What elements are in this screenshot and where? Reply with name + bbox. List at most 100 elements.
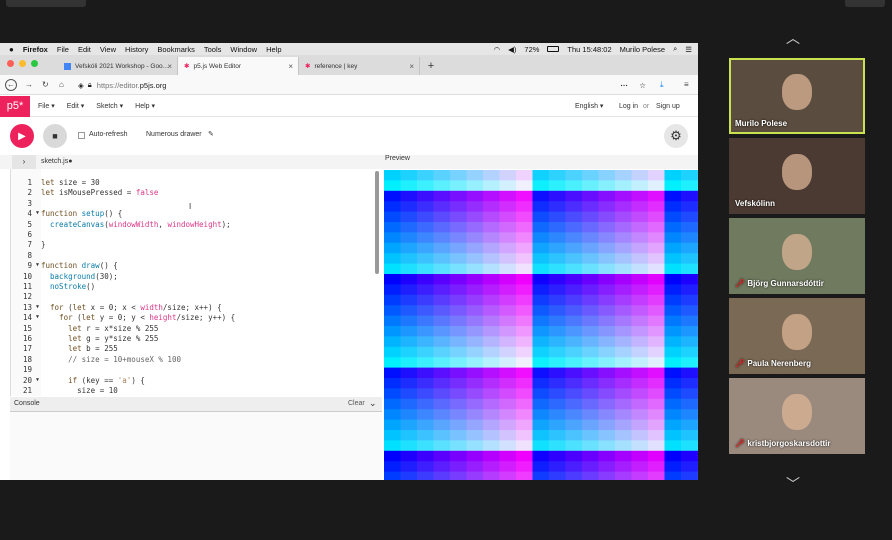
sketch-preview-canvas[interactable] — [384, 170, 698, 480]
settings-button[interactable]: ⚙ — [664, 124, 688, 148]
menu-view[interactable]: View — [100, 45, 116, 54]
login-link[interactable]: Log in — [619, 103, 638, 110]
hamburger-menu-icon[interactable]: ≡ — [684, 80, 689, 89]
code-line[interactable]: let r = x*size % 255 — [41, 324, 158, 333]
menu-window[interactable]: Window — [230, 45, 257, 54]
forward-icon[interactable]: → — [25, 80, 33, 89]
code-line[interactable]: background(30); — [41, 272, 118, 281]
user-name[interactable]: Murilo Polese — [620, 45, 665, 54]
bookmark-star-icon[interactable]: ☆ — [639, 81, 646, 90]
close-window-icon[interactable] — [7, 60, 14, 67]
menu-help[interactable]: Help — [266, 45, 281, 54]
autorefresh-checkbox[interactable] — [78, 132, 85, 139]
url-bar[interactable]: ◈ 🔒︎ https://editor. p5js.org ··· ☆ — [74, 78, 654, 92]
expand-sidebar-icon[interactable]: › — [12, 155, 36, 169]
preview-cell — [433, 461, 451, 473]
shield-icon[interactable]: ◈ — [78, 81, 84, 90]
new-tab-button[interactable]: + — [420, 57, 442, 75]
home-icon[interactable]: ⌂ — [59, 80, 64, 89]
code-line[interactable]: let isMousePressed = false — [41, 188, 158, 197]
participant-tile[interactable]: 🎤︎ kristbjorgoskarsdottir — [729, 378, 865, 454]
preview-cell — [697, 274, 698, 285]
edit-pencil-icon[interactable]: ✎ — [208, 130, 214, 138]
code-line[interactable]: noStroke() — [41, 282, 95, 291]
console-collapse-icon[interactable]: ⌄ — [369, 398, 377, 409]
fold-icon[interactable]: ▼ — [33, 304, 39, 310]
fold-icon[interactable]: ▼ — [33, 210, 39, 216]
close-tab-icon[interactable]: × — [288, 62, 293, 71]
code-line[interactable]: let size = 30 — [41, 178, 100, 187]
code-line[interactable]: let b = 255 — [41, 344, 118, 353]
close-tab-icon[interactable]: × — [409, 62, 414, 71]
play-button[interactable]: ▶ — [10, 124, 34, 148]
menu-file[interactable]: File ▾ — [38, 102, 55, 110]
preview-cell — [681, 409, 698, 421]
zoom-view-chip[interactable] — [845, 0, 885, 7]
volume-icon[interactable]: ◀) — [508, 45, 516, 54]
menu-edit[interactable]: Edit — [78, 45, 91, 54]
preview-cell — [516, 450, 533, 462]
clock[interactable]: Thu 15:48:02 — [567, 45, 611, 54]
code-line[interactable]: if (key == 'a') { — [41, 376, 145, 385]
preview-cell — [565, 305, 583, 317]
menu-edit[interactable]: Edit ▾ — [67, 102, 85, 110]
code-line[interactable]: } — [41, 240, 46, 249]
participant-tile[interactable]: 🎤︎ Paula Nerenberg — [729, 298, 865, 374]
control-center-icon[interactable]: ☰ — [685, 45, 692, 54]
code-line[interactable]: createCanvas(windowWidth, windowHeight); — [41, 220, 231, 229]
gallery-up-icon[interactable]: ︿ — [786, 28, 800, 48]
code-line[interactable]: function setup() { — [41, 209, 122, 218]
code-line[interactable]: function draw() { — [41, 261, 118, 270]
menu-file[interactable]: File — [57, 45, 69, 54]
preview-cell — [433, 170, 451, 181]
code-line[interactable]: for (let x = 0; x < width/size; x++) { — [41, 303, 222, 312]
console-clear-button[interactable]: Clear — [348, 400, 365, 407]
signup-link[interactable]: Sign up — [656, 103, 680, 110]
gallery-down-icon[interactable]: ﹀ — [786, 474, 800, 494]
code-line[interactable]: // size = 10+mouseX % 100 — [41, 355, 181, 364]
battery-percent[interactable]: 72% — [524, 45, 539, 54]
reload-icon[interactable]: ↻ — [42, 80, 49, 89]
downloads-icon[interactable]: ⤓ — [660, 80, 664, 90]
fold-icon[interactable]: ▼ — [33, 377, 39, 383]
menu-sketch[interactable]: Sketch ▾ — [96, 102, 123, 110]
close-tab-icon[interactable]: × — [167, 62, 172, 71]
zoom-recording-chip[interactable] — [6, 0, 86, 7]
editor-scrollbar[interactable] — [375, 171, 379, 274]
tab-p5-editor[interactable]: ✱ p5.js Web Editor × — [178, 57, 299, 75]
code-line[interactable]: size = 10 — [41, 386, 118, 395]
spotlight-icon[interactable]: ⌕ — [673, 44, 677, 54]
back-icon[interactable]: ← — [5, 78, 17, 91]
participant-tile[interactable]: Murilo Polese — [729, 58, 865, 134]
participant-tile[interactable]: Vefskólinn — [729, 138, 865, 214]
lock-icon[interactable]: 🔒︎ — [88, 80, 92, 90]
battery-icon[interactable] — [547, 46, 560, 52]
preview-cell — [631, 211, 649, 223]
tab-google-doc[interactable]: Vefskóli 2021 Workshop - Goo… × — [58, 57, 178, 75]
menu-bookmarks[interactable]: Bookmarks — [157, 45, 195, 54]
menu-history[interactable]: History — [125, 45, 148, 54]
tab-reference-key[interactable]: ✱ reference | key × — [299, 57, 420, 75]
preview-cell — [532, 430, 550, 441]
stop-button[interactable]: ■ — [43, 124, 67, 148]
language-select[interactable]: English ▾ — [575, 102, 603, 110]
code-line[interactable]: for (let y = 0; y < height/size; y++) { — [41, 313, 235, 322]
p5-logo[interactable]: p5* — [0, 95, 30, 117]
wifi-icon[interactable]: ◠ — [494, 45, 501, 54]
fold-icon[interactable]: ▼ — [33, 262, 39, 268]
sketch-name[interactable]: Numerous drawer — [146, 131, 202, 138]
menu-tools[interactable]: Tools — [204, 45, 222, 54]
code-editor[interactable]: 1 2 3 4 ▼ 5 6 7 8 9 ▼ 10 11 12 13 ▼ 14 ▼ 15 16 17 18 19 20 ▼ 21 l… — [10, 169, 382, 396]
minimize-window-icon[interactable] — [19, 60, 26, 67]
code-line[interactable]: let g = y*size % 255 — [41, 334, 158, 343]
apple-icon[interactable]: ● — [9, 45, 14, 54]
file-tab-sketch[interactable]: sketch.js● — [41, 158, 72, 165]
maximize-window-icon[interactable] — [31, 60, 38, 67]
menu-app-firefox[interactable]: Firefox — [23, 45, 48, 54]
preview-cell — [615, 222, 632, 233]
fold-icon[interactable]: ▼ — [33, 314, 39, 320]
preview-cell — [664, 450, 682, 462]
participant-tile[interactable]: 🎤︎ Björg Gunnarsdóttir — [729, 218, 865, 294]
menu-help[interactable]: Help ▾ — [135, 102, 155, 110]
page-actions-icon[interactable]: ··· — [621, 81, 629, 90]
